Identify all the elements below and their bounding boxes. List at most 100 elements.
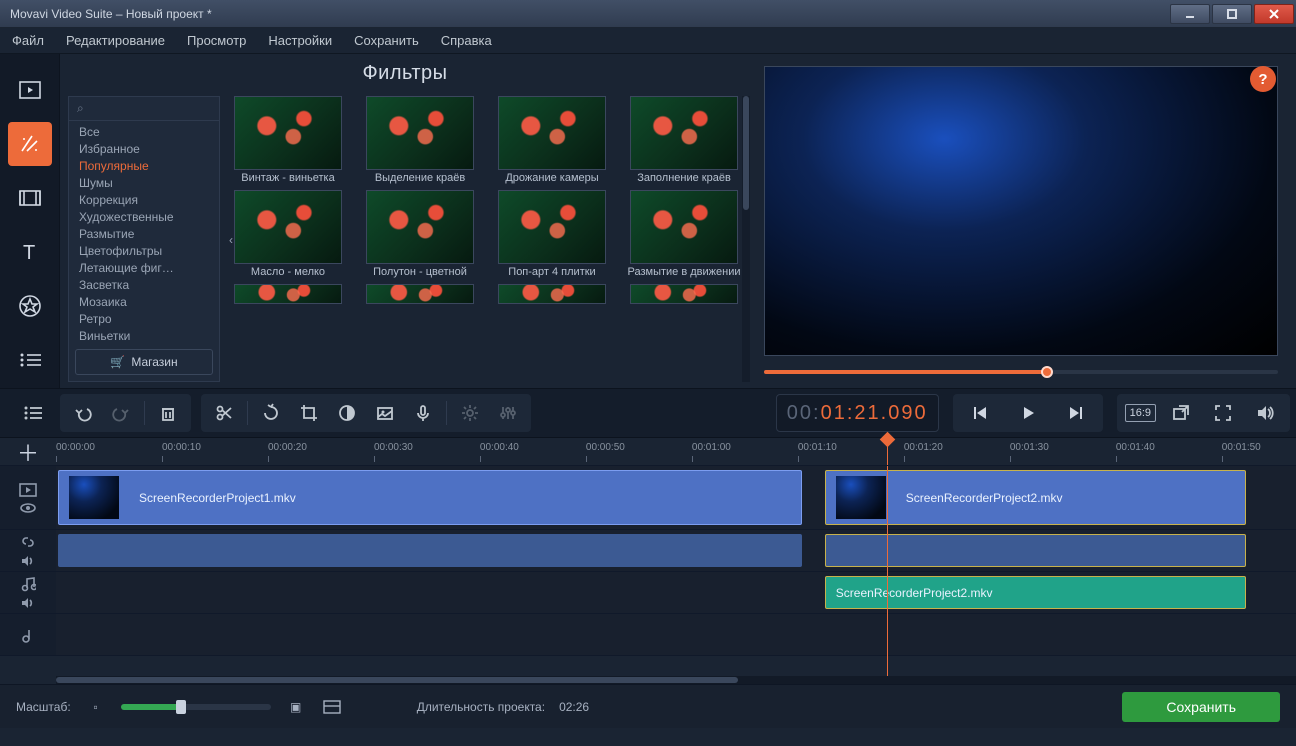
tool-more[interactable] [8,338,52,382]
clip-video-2[interactable]: ScreenRecorderProject2.mkv [825,470,1247,525]
video-track[interactable]: ScreenRecorderProject1.mkv ScreenRecorde… [56,466,1296,529]
ruler-tick: 00:01:50 [1222,442,1261,453]
filter-item[interactable]: Винтаж - виньетка [228,96,348,184]
filter-category[interactable]: Летающие фиг… [69,259,219,276]
zoom-out-icon[interactable]: ▫ [85,696,107,718]
timecode-rest: 01:21.090 [821,402,928,425]
aspect-ratio-selector[interactable]: 16:9 [1125,404,1156,422]
tool-media[interactable] [8,68,52,112]
clip-thumb-icon [836,476,886,518]
time-ruler[interactable]: 00:00:0000:00:1000:00:2000:00:3000:00:40… [56,438,1296,465]
tool-transitions[interactable] [8,176,52,220]
redo-button[interactable] [104,398,138,428]
filter-item[interactable]: Полутон - цветной [360,190,480,278]
ruler-tick: 00:01:30 [1010,442,1049,453]
close-button[interactable] [1254,4,1294,24]
detach-preview-button[interactable] [1164,398,1198,428]
play-button[interactable] [1011,398,1045,428]
ruler-tick: 00:00:10 [162,442,201,453]
filter-category[interactable]: Ретро [69,310,219,327]
fit-zoom-icon[interactable] [321,696,343,718]
clip-video-1[interactable]: ScreenRecorderProject1.mkv [58,470,802,525]
filter-category[interactable]: Художественные [69,208,219,225]
track-head-linked-audio[interactable] [0,530,56,571]
clip-linked-audio-1[interactable] [58,534,802,567]
zoom-in-icon[interactable]: ▣ [285,696,307,718]
clip-linked-audio-2[interactable] [825,534,1247,567]
delete-button[interactable] [151,398,185,428]
menu-view[interactable]: Просмотр [187,33,246,48]
tool-stickers[interactable] [8,284,52,328]
timecode-display[interactable]: 00:01:21.090 [776,394,939,432]
tool-titles[interactable]: T [8,230,52,274]
shop-button[interactable]: 🛒 Магазин [75,349,213,375]
filter-category[interactable]: Засветка [69,276,219,293]
filter-item[interactable]: Заполнение краёв [624,96,744,184]
ruler-tick: 00:00:40 [480,442,519,453]
filter-category[interactable]: Мозаика [69,293,219,310]
crop-button[interactable] [292,398,326,428]
settings-gear-button[interactable] [453,398,487,428]
filter-item[interactable]: Размытие в движении [624,190,744,278]
record-voice-button[interactable] [406,398,440,428]
duration-label: Длительность проекта: [417,700,545,714]
timeline: ScreenRecorderProject1.mkv ScreenRecorde… [0,466,1296,684]
zoom-slider[interactable] [121,704,271,710]
filter-search-input[interactable] [88,102,243,116]
track-head-video[interactable] [0,466,56,529]
visibility-icon[interactable] [19,502,37,514]
filter-item[interactable]: Масло - мелко [228,190,348,278]
next-frame-button[interactable] [1059,398,1093,428]
filter-category[interactable]: Виньетки [69,327,219,344]
clip-properties-button[interactable] [368,398,402,428]
tool-filters[interactable] [8,122,52,166]
menu-save[interactable]: Сохранить [354,33,419,48]
menu-help[interactable]: Справка [441,33,492,48]
fullscreen-button[interactable] [1206,398,1240,428]
linked-audio-track[interactable] [56,530,1296,571]
music-track[interactable] [56,614,1296,655]
menu-file[interactable]: Файл [12,33,44,48]
volume-button[interactable] [1248,398,1282,428]
filter-category[interactable]: Коррекция [69,191,219,208]
track-head-music[interactable] [0,614,56,655]
clip-audio[interactable]: ScreenRecorderProject2.mkv [825,576,1247,609]
undo-button[interactable] [66,398,100,428]
rotate-button[interactable] [254,398,288,428]
preview-viewport[interactable] [764,66,1278,356]
ruler-tick: 00:00:00 [56,442,95,453]
audio-track[interactable]: ScreenRecorderProject2.mkv [56,572,1296,613]
filter-thumb [630,96,738,170]
filter-item[interactable]: Поп-арт 4 плитки [492,190,612,278]
filter-category[interactable]: Цветофильтры [69,242,219,259]
maximize-button[interactable] [1212,4,1252,24]
filter-item[interactable]: Дрожание камеры [492,96,612,184]
save-button[interactable]: Сохранить [1122,692,1280,722]
track-manager-button[interactable] [16,398,50,428]
filter-thumb [630,190,738,264]
filter-category[interactable]: Шумы [69,174,219,191]
filter-category[interactable]: Все [69,123,219,140]
mute-icon[interactable] [20,596,36,610]
mute-icon[interactable] [20,554,36,568]
filter-search[interactable]: ⌕ ✕ [69,97,219,121]
equalizer-button[interactable] [491,398,525,428]
add-track-button[interactable]: ＋ [0,438,56,465]
seek-knob[interactable] [1041,366,1053,378]
help-button[interactable]: ? [1250,66,1276,92]
menu-settings[interactable]: Настройки [268,33,332,48]
timeline-scrollbar[interactable] [56,676,1296,684]
clip-label: ScreenRecorderProject2.mkv [906,491,1063,505]
track-head-audio[interactable] [0,572,56,613]
menu-edit[interactable]: Редактирование [66,33,165,48]
color-adjust-button[interactable] [330,398,364,428]
filter-category[interactable]: Популярные [69,157,219,174]
filter-category[interactable]: Избранное [69,140,219,157]
prev-frame-button[interactable] [963,398,997,428]
minimize-button[interactable] [1170,4,1210,24]
filters-scrollbar[interactable] [742,96,750,382]
split-button[interactable] [207,398,241,428]
preview-seek-bar[interactable] [764,364,1278,380]
filter-item[interactable]: Выделение краёв [360,96,480,184]
filter-category[interactable]: Размытие [69,225,219,242]
